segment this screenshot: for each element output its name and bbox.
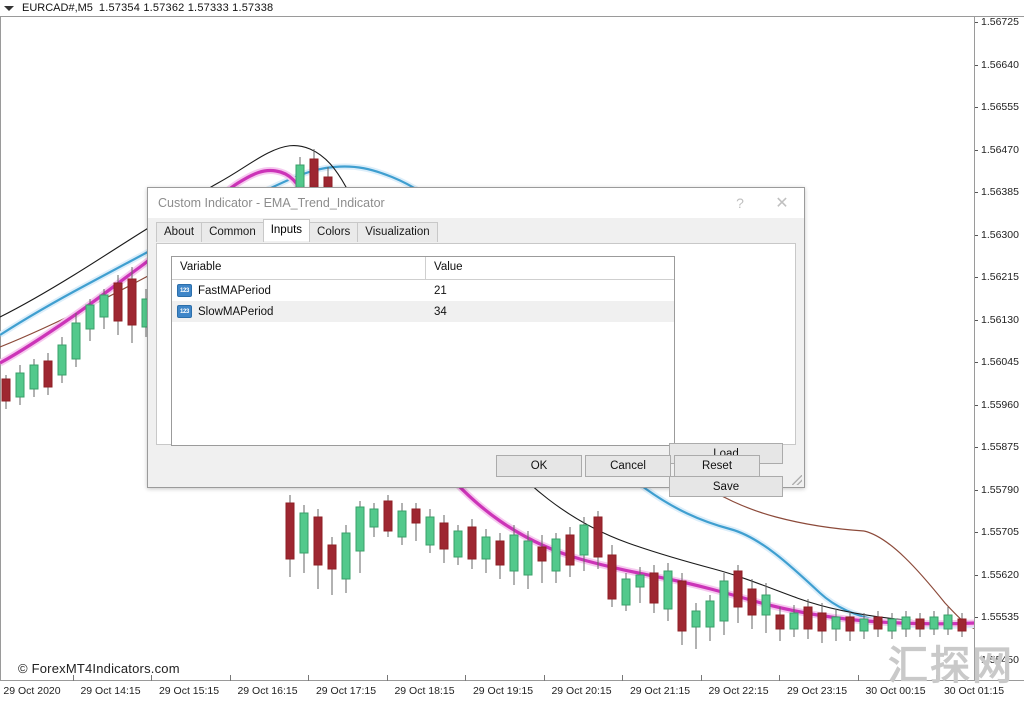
variable-name: SlowMAPeriod [198,306,273,318]
time-tick-label: 29 Oct 15:15 [159,685,219,697]
site-watermark: 汇探网 [888,646,1014,686]
price-tick-label: 1.56045 [975,356,1019,368]
price-tick-label: 1.55535 [975,611,1019,623]
time-axis[interactable]: 29 Oct 2020 29 Oct 14:15 29 Oct 15:15 29 Oc… [0,680,1024,704]
time-tick-label: 29 Oct 21:15 [630,685,690,697]
variable-cell: 123 SlowMAPeriod [172,305,426,318]
time-tick-mark [230,675,231,681]
tab-common[interactable]: Common [201,222,264,242]
reset-button[interactable]: Reset [674,455,760,477]
price-tick-label: 1.55790 [975,484,1019,496]
price-tick-label: 1.55705 [975,526,1019,538]
tab-colors[interactable]: Colors [309,222,358,242]
chart-symbol-bar: EURCAD#,M5 1.57354 1.57362 1.57333 1.573… [0,0,1024,17]
chart-symbol-label: EURCAD#,M5 [22,2,93,14]
column-header-variable: Variable [172,257,426,279]
table-header-row: Variable Value [172,257,674,280]
time-tick-label: 29 Oct 22:15 [708,685,768,697]
price-tick-label: 1.56470 [975,144,1019,156]
value-cell[interactable]: 34 [426,306,674,318]
ok-button[interactable]: OK [496,455,582,477]
time-tick-mark [779,675,780,681]
time-tick-mark [387,675,388,681]
dialog-body-panel: Variable Value 123 FastMAPeriod 21 123 S… [156,243,796,445]
price-tick-label: 1.56300 [975,229,1019,241]
number-type-icon: 123 [177,284,192,297]
time-tick-label: 29 Oct 23:15 [787,685,847,697]
time-tick-label: 29 Oct 18:15 [394,685,454,697]
time-tick-mark [701,675,702,681]
tab-about[interactable]: About [156,222,202,242]
price-tick-label: 1.56215 [975,271,1019,283]
copyright-label: © ForexMT4Indicators.com [18,661,180,676]
time-tick-label: 29 Oct 14:15 [80,685,140,697]
number-type-icon: 123 [177,305,192,318]
time-tick-label: 29 Oct 17:15 [316,685,376,697]
time-tick-mark [858,675,859,681]
price-tick-label: 1.55960 [975,399,1019,411]
resize-grip[interactable] [792,475,802,485]
tab-visualization[interactable]: Visualization [357,222,437,242]
dialog-title: Custom Indicator - EMA_Trend_Indicator [158,196,385,210]
price-tick-label: 1.56130 [975,314,1019,326]
save-button[interactable]: Save [669,476,783,497]
dialog-title-bar[interactable]: Custom Indicator - EMA_Trend_Indicator ?… [148,188,804,218]
price-tick-label: 1.56640 [975,59,1019,71]
chart-ohlc-quotes: 1.57354 1.57362 1.57333 1.57338 [99,2,273,14]
table-row[interactable]: 123 FastMAPeriod 21 [172,280,674,301]
table-row[interactable]: 123 SlowMAPeriod 34 [172,301,674,322]
variable-name: FastMAPeriod [198,285,271,297]
inputs-parameter-table[interactable]: Variable Value 123 FastMAPeriod 21 123 S… [171,256,675,446]
time-tick-label: 29 Oct 16:15 [237,685,297,697]
price-axis[interactable]: 1.56725 1.56640 1.56555 1.56470 1.56385 1.563… [974,17,1024,681]
price-tick-label: 1.55875 [975,441,1019,453]
price-tick-label: 1.55620 [975,569,1019,581]
cancel-button[interactable]: Cancel [585,455,671,477]
price-tick-label: 1.56385 [975,186,1019,198]
variable-cell: 123 FastMAPeriod [172,284,426,297]
dialog-tabstrip[interactable]: About Common Inputs Colors Visualization [156,221,804,241]
price-tick-label: 1.56725 [975,16,1019,28]
time-tick-mark [308,675,309,681]
column-header-value: Value [426,257,674,279]
close-icon[interactable]: ✕ [762,188,802,218]
time-tick-mark [465,675,466,681]
value-cell[interactable]: 21 [426,285,674,297]
time-tick-mark [622,675,623,681]
help-icon[interactable]: ? [720,188,760,218]
custom-indicator-dialog[interactable]: Custom Indicator - EMA_Trend_Indicator ?… [147,187,805,488]
time-tick-mark [544,675,545,681]
time-tick-label: 29 Oct 19:15 [473,685,533,697]
time-tick-label: 29 Oct 20:15 [551,685,611,697]
caret-down-icon[interactable] [4,6,14,11]
tab-inputs[interactable]: Inputs [263,219,310,241]
price-tick-label: 1.56555 [975,101,1019,113]
time-tick-label: 29 Oct 2020 [3,685,60,697]
